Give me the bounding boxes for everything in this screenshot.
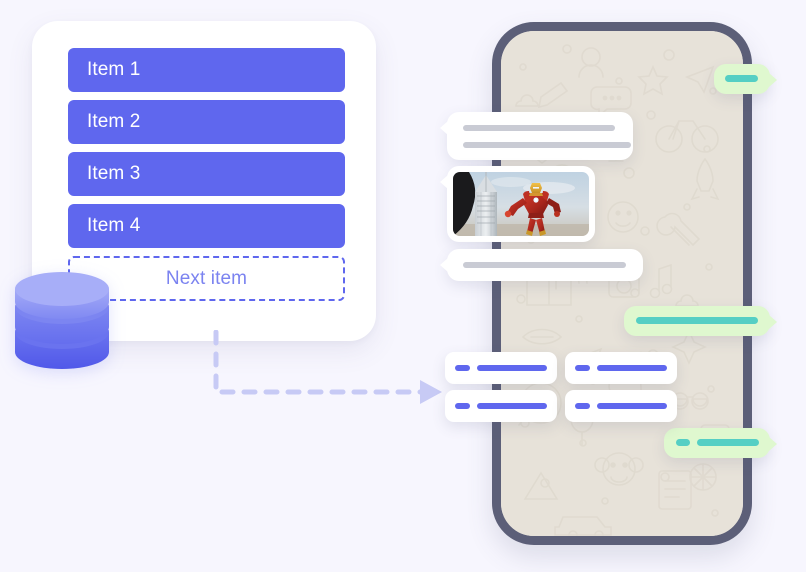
message-line <box>697 439 759 446</box>
illustration-canvas: Item 1 Item 2 Item 3 Item 4 Next item <box>0 0 806 572</box>
quick-reply-4[interactable] <box>565 390 677 422</box>
quick-reply-label-line <box>597 365 667 371</box>
bubble-incoming-2[interactable] <box>440 249 643 281</box>
bubble-tail-icon <box>769 73 777 87</box>
menu-item-4[interactable]: Item 4 <box>68 204 345 248</box>
dashed-connector-arrow <box>213 330 442 404</box>
phone-mockup <box>492 22 752 545</box>
menu-item-label: Item 1 <box>87 59 141 80</box>
bubble-tail-icon <box>769 437 777 451</box>
bubble-tail-icon <box>440 175 448 189</box>
message-image-ironman[interactable] <box>453 172 589 236</box>
phone-screen <box>501 31 743 536</box>
quick-reply-3[interactable] <box>445 390 557 422</box>
quick-reply-label-line <box>477 365 547 371</box>
quick-reply-label-line <box>597 403 667 409</box>
quick-reply-bullet-icon <box>455 365 470 371</box>
quick-reply-bullet-icon <box>455 403 470 409</box>
menu-item-label: Item 2 <box>87 111 141 132</box>
message-line <box>636 317 758 324</box>
message-line-short <box>676 439 690 446</box>
menu-item-2[interactable]: Item 2 <box>68 100 345 144</box>
menu-item-3[interactable]: Item 3 <box>68 152 345 196</box>
message-line <box>463 262 626 268</box>
quick-reply-label-line <box>477 403 547 409</box>
message-line <box>463 125 615 131</box>
message-line <box>463 142 631 148</box>
quick-reply-1[interactable] <box>445 352 557 384</box>
bubble-tail-icon <box>769 315 777 329</box>
quick-reply-2[interactable] <box>565 352 677 384</box>
menu-item-list: Item 1 Item 2 Item 3 Item 4 Next item <box>68 48 345 301</box>
chat-wallpaper-doodle-pattern <box>514 44 730 536</box>
bubble-tail-icon <box>440 121 448 135</box>
menu-item-label: Item 3 <box>87 163 141 184</box>
bubble-incoming-image[interactable] <box>440 166 595 242</box>
menu-item-1[interactable]: Item 1 <box>68 48 345 92</box>
bubble-tail-icon <box>440 258 448 272</box>
bubble-outgoing-2[interactable] <box>624 306 777 336</box>
message-line <box>725 75 758 82</box>
database-icon <box>15 272 109 369</box>
quick-reply-bullet-icon <box>575 365 590 371</box>
menu-item-label: Item 4 <box>87 215 141 236</box>
bubble-outgoing-3[interactable] <box>664 428 777 458</box>
bubble-outgoing-1[interactable] <box>714 64 777 94</box>
quick-reply-bullet-icon <box>575 403 590 409</box>
bubble-incoming-1[interactable] <box>440 112 633 160</box>
add-next-item-label: Next item <box>165 267 248 289</box>
ironman-photo <box>453 172 589 236</box>
